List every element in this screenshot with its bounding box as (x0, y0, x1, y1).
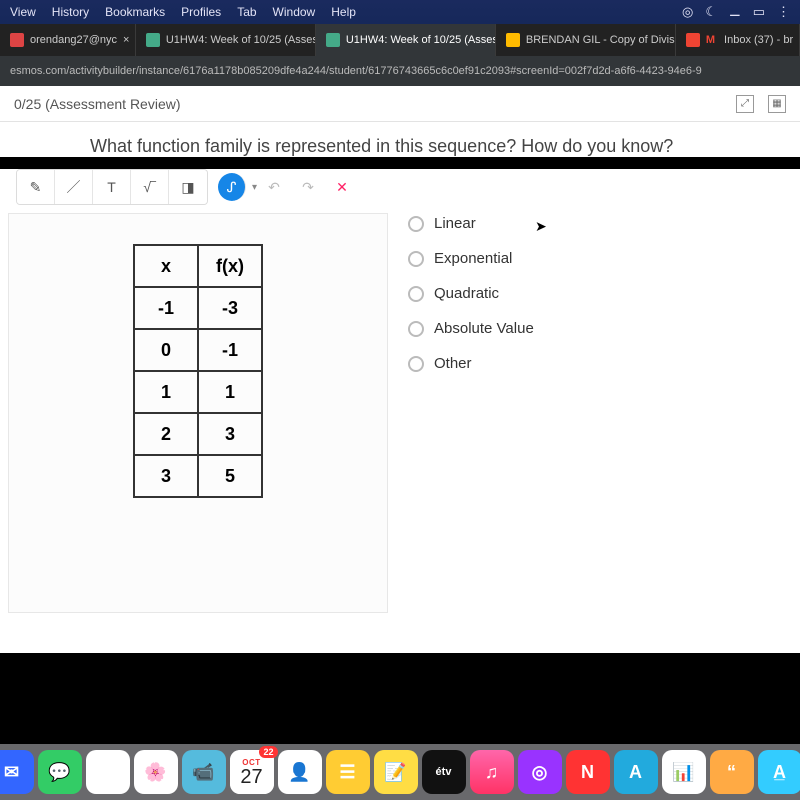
browser-tab-strip: orendang27@nyc× U1HW4: Week of 10/25 (As… (0, 24, 800, 56)
battery-icon[interactable]: ▭ (753, 4, 765, 20)
eraser-tool[interactable]: ◨ (169, 170, 207, 204)
radio-icon (408, 216, 424, 232)
address-bar[interactable]: esmos.com/activitybuilder/instance/6176a… (0, 56, 800, 86)
moon-icon[interactable]: ☾ (705, 4, 717, 20)
option-other[interactable]: Other (408, 355, 534, 372)
tab-inbox[interactable]: MInbox (37) - br (676, 24, 800, 56)
menu-bookmarks[interactable]: Bookmarks (105, 5, 165, 19)
radio-icon (408, 286, 424, 302)
news-icon[interactable]: N (566, 750, 610, 794)
notes-icon[interactable]: 📝 (374, 750, 418, 794)
activity-title: 0/25 (Assessment Review) (14, 96, 181, 112)
table-row: 11 (134, 371, 262, 413)
line-tool[interactable]: ／ (55, 170, 93, 204)
sketch-toolbar: ✎ ／ T √‾ ◨ ᔑ ▾ ↶ ↷ ✕ (8, 169, 800, 213)
dock-area: 🧭 ✉︎ 💬 🗺 🌸 📹 OCT 27 👤 ☰ 📝 étv ♫ ◎ N A 📊 … (0, 726, 800, 800)
text-tool[interactable]: T (93, 170, 131, 204)
menu-view[interactable]: View (10, 5, 36, 19)
appletv-icon[interactable]: étv (422, 750, 466, 794)
tab-u1hw4-b[interactable]: U1HW4: Week of 10/25 (Asses× (316, 24, 496, 56)
menu-history[interactable]: History (52, 5, 89, 19)
status-tray: ◎ ☾ ⚊ ▭ ⋮ (682, 4, 790, 20)
color-ink-button[interactable]: ᔑ (218, 173, 246, 201)
radio-icon (408, 251, 424, 267)
calendar-date: OCT 27 (230, 750, 274, 794)
podcasts-icon[interactable]: ◎ (518, 750, 562, 794)
numbers-icon[interactable]: 📊 (662, 750, 706, 794)
undo-button[interactable]: ↶ (257, 170, 291, 204)
pencil-tool[interactable]: ✎ (17, 170, 55, 204)
redo-button[interactable]: ↷ (291, 170, 325, 204)
menu-window[interactable]: Window (273, 5, 316, 19)
menu-profiles[interactable]: Profiles (181, 5, 221, 19)
th-x: x (134, 245, 198, 287)
contacts-icon[interactable]: 👤 (278, 750, 322, 794)
pages-icon[interactable]: A̲ (758, 750, 800, 794)
table-row: 35 (134, 455, 262, 497)
question-text: What function family is represented in t… (90, 136, 780, 157)
tab-email[interactable]: orendang27@nyc× (0, 24, 136, 56)
tab-brendan[interactable]: BRENDAN GIL - Copy of Divis× (496, 24, 676, 56)
facetime-icon[interactable]: 📹 (182, 750, 226, 794)
option-linear[interactable]: Linear (408, 215, 534, 232)
bluetooth-icon[interactable]: ⚊ (729, 4, 741, 20)
tab-u1hw4-a[interactable]: U1HW4: Week of 10/25 (Asses× (136, 24, 316, 56)
sketch-canvas[interactable]: xf(x) -1-3 0-1 11 23 35 (8, 213, 388, 613)
calendar-icon[interactable]: OCT 27 (230, 750, 274, 794)
th-fx: f(x) (198, 245, 262, 287)
activity-title-bar: 0/25 (Assessment Review) ⤢ ▦ (0, 86, 800, 122)
option-exponential[interactable]: Exponential (408, 250, 534, 267)
content-row: xf(x) -1-3 0-1 11 23 35 Linear Exponenti… (0, 213, 800, 653)
dock: 🧭 ✉︎ 💬 🗺 🌸 📹 OCT 27 👤 ☰ 📝 étv ♫ ◎ N A 📊 … (0, 744, 800, 800)
music-icon[interactable]: ♫ (470, 750, 514, 794)
option-absolute-value[interactable]: Absolute Value (408, 320, 534, 337)
url-text: esmos.com/activitybuilder/instance/6176a… (10, 65, 702, 77)
photos-icon[interactable]: 🌸 (134, 750, 178, 794)
table-row: 0-1 (134, 329, 262, 371)
close-icon[interactable]: × (123, 34, 129, 46)
fullscreen-icon[interactable]: ⤢ (736, 95, 754, 113)
menu-help[interactable]: Help (331, 5, 356, 19)
table-row: -1-3 (134, 287, 262, 329)
menu-tab[interactable]: Tab (237, 5, 256, 19)
appstore-icon[interactable]: A (614, 750, 658, 794)
answer-options: Linear Exponential Quadratic Absolute Va… (388, 213, 534, 613)
maps-icon[interactable]: 🗺 (86, 750, 130, 794)
math-tool[interactable]: √‾ (131, 170, 169, 204)
radio-icon (408, 356, 424, 372)
shazam-icon[interactable]: ◎ (682, 4, 693, 20)
question-area: What function family is represented in t… (0, 122, 800, 157)
mail-icon[interactable]: ✉︎ (0, 750, 34, 794)
wifi-icon[interactable]: ⋮ (777, 4, 790, 20)
grid-icon[interactable]: ▦ (768, 95, 786, 113)
table-row: 23 (134, 413, 262, 455)
clear-button[interactable]: ✕ (325, 170, 359, 204)
keynote-icon[interactable]: “ (710, 750, 754, 794)
function-table: xf(x) -1-3 0-1 11 23 35 (133, 244, 263, 498)
radio-icon (408, 321, 424, 337)
messages-icon[interactable]: 💬 (38, 750, 82, 794)
mac-menubar: View History Bookmarks Profiles Tab Wind… (0, 0, 800, 24)
option-quadratic[interactable]: Quadratic (408, 285, 534, 302)
reminders-icon[interactable]: ☰ (326, 750, 370, 794)
